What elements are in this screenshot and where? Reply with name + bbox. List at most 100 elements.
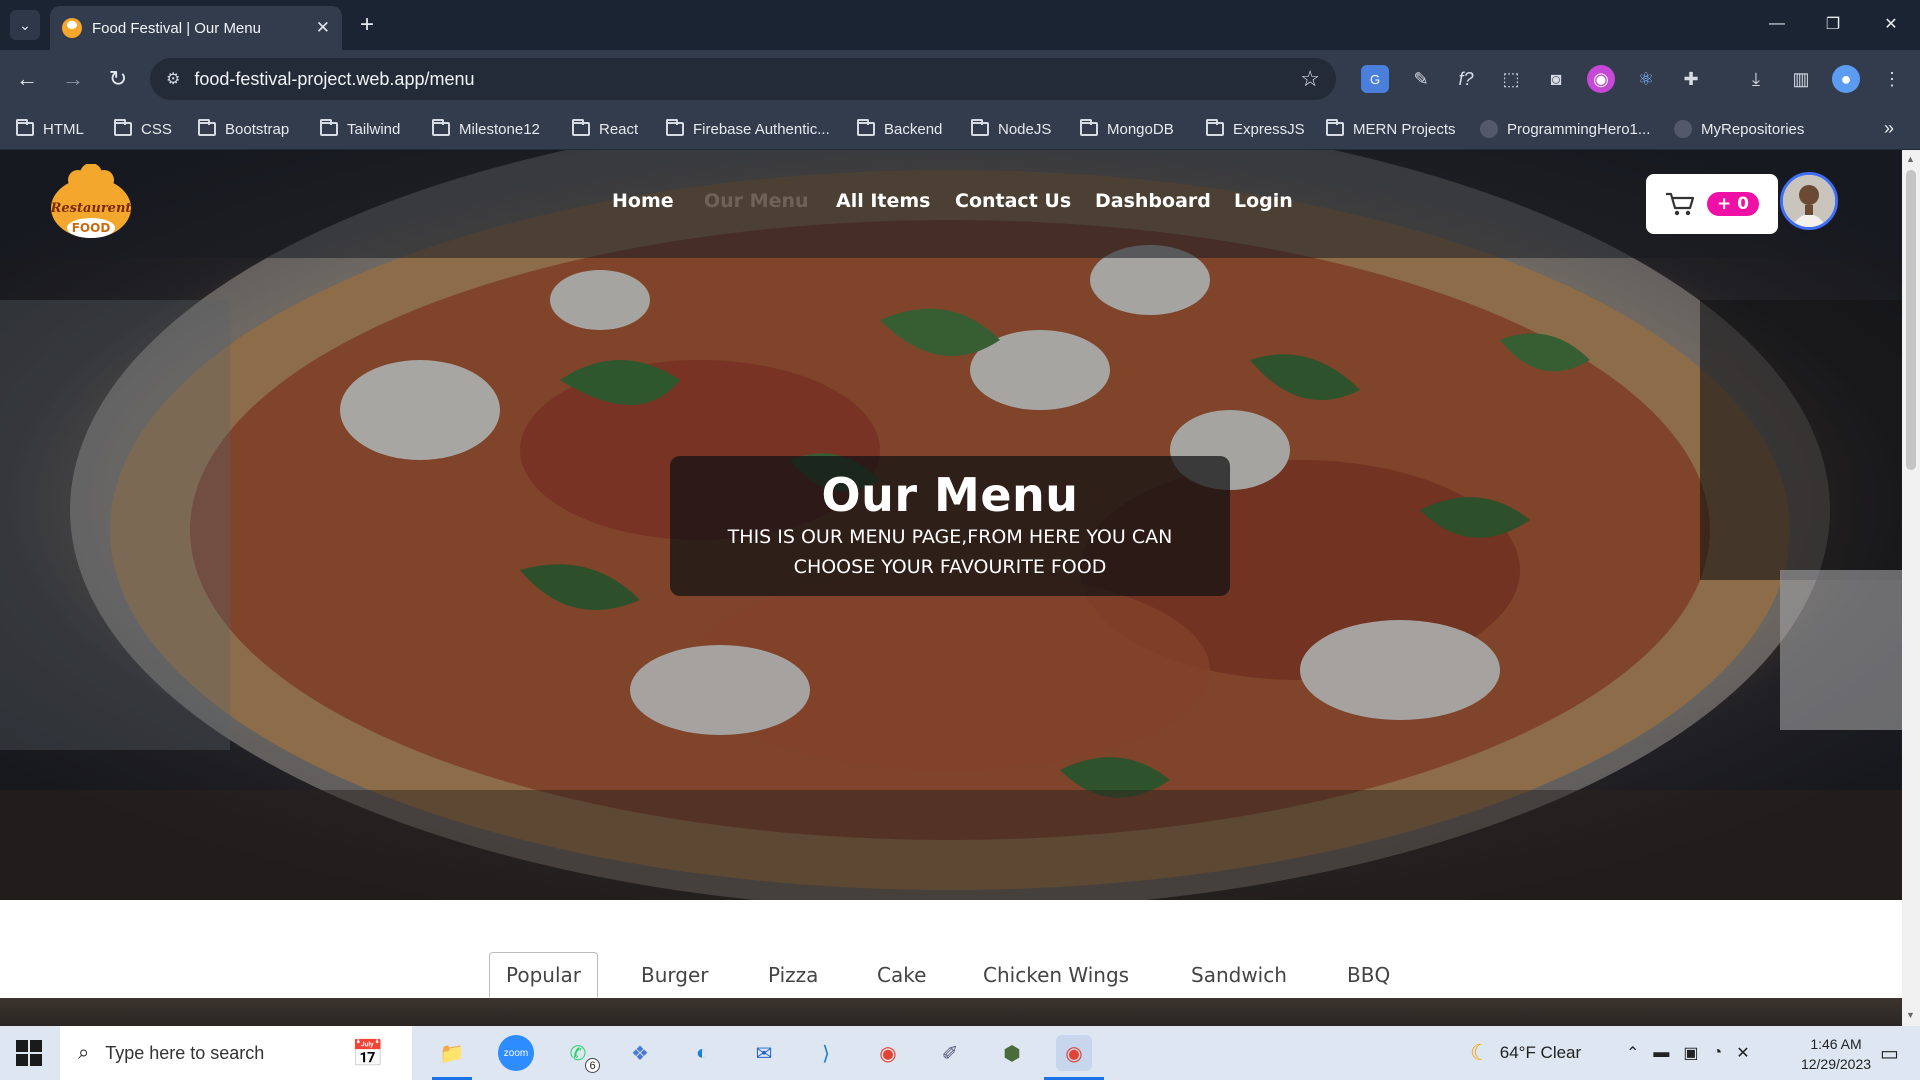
bookmark-firebase[interactable]: Firebase Authentic...	[666, 116, 830, 142]
scroll-up-icon[interactable]: ▲	[1906, 154, 1915, 164]
bookmark-star-icon[interactable]: ☆	[1300, 66, 1320, 92]
page-scrollbar[interactable]: ▲ ▼	[1902, 150, 1920, 1026]
whatsapp-icon[interactable]: ✆ 6	[560, 1035, 600, 1073]
nodejs-icon[interactable]: ⬢	[994, 1035, 1030, 1071]
tab-bbq[interactable]: BBQ	[1347, 952, 1390, 998]
news-widget-icon[interactable]: 📅	[350, 1035, 386, 1071]
folder-icon	[432, 119, 450, 136]
bookmark-label: Milestone12	[459, 120, 540, 138]
github-icon	[1480, 120, 1498, 138]
scrollbar-thumb[interactable]	[1906, 170, 1916, 470]
bookmark-label: MyRepositories	[1701, 120, 1805, 138]
bookmark-css[interactable]: CSS	[114, 116, 172, 142]
folder-icon	[16, 119, 34, 136]
bookmark-milestone12[interactable]: Milestone12	[432, 116, 540, 142]
bookmark-bootstrap[interactable]: Bootstrap	[198, 116, 289, 142]
search-icon: ⌕	[78, 1041, 90, 1064]
cart-button[interactable]: + 0	[1646, 174, 1778, 234]
tab-close-icon[interactable]: ✕	[316, 18, 330, 38]
nav-contact-us[interactable]: Contact Us	[955, 190, 1071, 212]
bookmark-programminghero[interactable]: ProgrammingHero1...	[1480, 116, 1650, 142]
search-placeholder: Type here to search	[105, 1042, 265, 1063]
taskbar-clock[interactable]: 1:46 AM 12/29/2023	[1791, 1034, 1881, 1074]
chrome-icon[interactable]: ◉	[870, 1035, 906, 1071]
notifications-icon[interactable]: ▭	[1880, 1026, 1899, 1080]
address-bar[interactable]: ⚙ food-festival-project.web.app/menu ☆	[150, 58, 1336, 100]
hero-section: Restaurent FOOD Home Our Menu All Items …	[0, 150, 1902, 900]
bookmark-mongodb[interactable]: MongoDB	[1080, 116, 1174, 142]
tray-expand-icon[interactable]: ⌃	[1626, 1043, 1639, 1063]
bookmark-mern-projects[interactable]: MERN Projects	[1326, 116, 1456, 142]
app-icon[interactable]: ❖	[622, 1035, 658, 1071]
browser-toolbar: ← → ↻ ⚙ food-festival-project.web.app/me…	[0, 50, 1920, 108]
notepad-icon[interactable]: ✐	[932, 1035, 968, 1071]
formula-extension-icon[interactable]: f?	[1452, 65, 1480, 93]
tab-sandwich[interactable]: Sandwich	[1191, 952, 1287, 998]
chrome-active-icon[interactable]: ◉	[1056, 1035, 1092, 1071]
extensions-puzzle-icon[interactable]: ✚	[1677, 65, 1705, 93]
weather-widget[interactable]: ☾ 64°F Clear	[1470, 1026, 1581, 1080]
restore-button[interactable]: ❐	[1810, 6, 1856, 42]
nav-dashboard[interactable]: Dashboard	[1095, 190, 1211, 212]
url-text: food-festival-project.web.app/menu	[194, 68, 475, 89]
zoom-icon[interactable]: zoom	[498, 1035, 534, 1071]
downloads-icon[interactable]: ⤓	[1742, 65, 1770, 93]
bookmark-backend[interactable]: Backend	[857, 116, 942, 142]
bookmark-nodejs[interactable]: NodeJS	[971, 116, 1051, 142]
bookmark-label: CSS	[141, 120, 172, 138]
back-button[interactable]: ←	[12, 64, 42, 94]
tab-burger[interactable]: Burger	[641, 952, 709, 998]
bookmark-react[interactable]: React	[572, 116, 638, 142]
nav-all-items[interactable]: All Items	[836, 190, 931, 212]
mail-icon[interactable]: ✉	[746, 1035, 782, 1071]
bookmark-html[interactable]: HTML	[16, 116, 84, 142]
side-panel-icon[interactable]: ▥	[1787, 65, 1815, 93]
new-tab-button[interactable]: +	[352, 10, 382, 40]
edge-icon[interactable]: ◐	[684, 1035, 720, 1071]
tab-cake[interactable]: Cake	[877, 952, 926, 998]
tab-pizza[interactable]: Pizza	[768, 952, 818, 998]
github-icon	[1674, 120, 1692, 138]
bookmark-myrepositories[interactable]: MyRepositories	[1674, 116, 1804, 142]
folder-icon	[666, 119, 684, 136]
minimize-button[interactable]: —	[1754, 6, 1800, 42]
scroll-down-icon[interactable]: ▼	[1906, 1010, 1915, 1020]
wifi-icon[interactable]: ◔	[1713, 1044, 1723, 1062]
screenshot-extension-icon[interactable]: ⬚	[1497, 65, 1525, 93]
more-bookmarks-icon[interactable]: »	[1884, 118, 1894, 139]
volume-muted-icon[interactable]: ✕	[1736, 1043, 1749, 1063]
color-extension-icon[interactable]: ◉	[1587, 65, 1615, 93]
user-avatar[interactable]	[1780, 172, 1838, 230]
tab-title: Food Festival | Our Menu	[92, 19, 261, 37]
device-icon[interactable]: ▣	[1683, 1043, 1698, 1063]
translate-extension-icon[interactable]: G	[1361, 65, 1389, 93]
windows-start-icon[interactable]	[16, 1040, 42, 1066]
nav-our-menu[interactable]: Our Menu	[704, 190, 809, 212]
tab-chicken-wings[interactable]: Chicken Wings	[983, 952, 1129, 998]
tab-popular[interactable]: Popular	[489, 952, 598, 998]
profile-icon[interactable]: ●	[1832, 65, 1860, 93]
logo-text-top: Restaurent	[50, 201, 132, 216]
system-tray: ⌃ ▬ ▣ ◔ ✕	[1626, 1026, 1750, 1080]
bookmark-label: MongoDB	[1107, 120, 1174, 138]
folder-icon	[114, 119, 132, 136]
restaurant-logo[interactable]: Restaurent FOOD	[46, 164, 136, 242]
tab-search-button[interactable]: ⌄	[10, 10, 40, 40]
nav-login[interactable]: Login	[1234, 190, 1293, 212]
file-explorer-icon[interactable]: 📁	[434, 1035, 470, 1071]
reload-button[interactable]: ↻	[103, 64, 133, 94]
battery-icon[interactable]: ▬	[1653, 1044, 1669, 1062]
bookmark-tailwind[interactable]: Tailwind	[320, 116, 400, 142]
site-info-icon[interactable]: ⚙	[166, 69, 180, 89]
bookmarks-bar: HTML CSS Bootstrap Tailwind Milestone12 …	[0, 108, 1920, 150]
forward-button[interactable]: →	[58, 64, 88, 94]
browser-tab-active[interactable]: Food Festival | Our Menu ✕	[50, 6, 342, 50]
bookmark-expressjs[interactable]: ExpressJS	[1206, 116, 1305, 142]
chrome-menu-icon[interactable]: ⋮	[1878, 65, 1906, 93]
camera-extension-icon[interactable]: ◙	[1542, 65, 1570, 93]
close-window-button[interactable]: ✕	[1868, 6, 1914, 42]
react-devtools-icon[interactable]: ⚛	[1632, 65, 1660, 93]
vscode-icon[interactable]: ⟩	[808, 1035, 844, 1071]
eyedropper-extension-icon[interactable]: ✎	[1407, 65, 1435, 93]
nav-home[interactable]: Home	[612, 190, 674, 212]
